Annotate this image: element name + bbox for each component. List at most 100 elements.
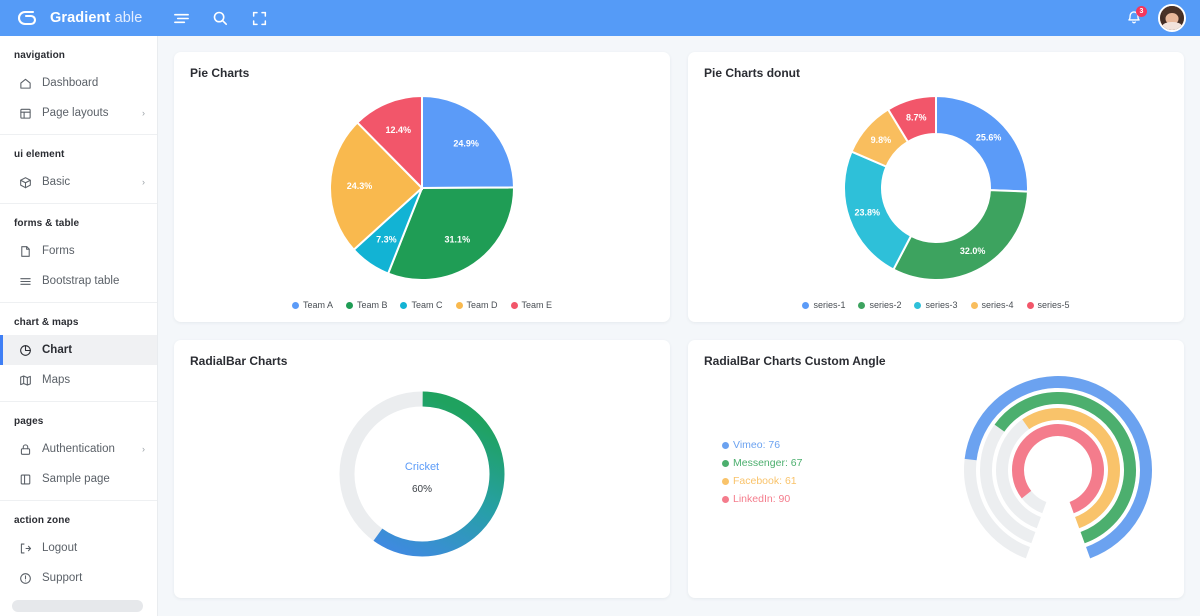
help-circle-icon: [18, 571, 32, 585]
sidebar-footer-card[interactable]: [12, 600, 143, 612]
legend-item[interactable]: Team A: [291, 300, 333, 310]
sidebar-section-chart-maps: chart & maps Chart Maps: [0, 303, 157, 402]
hamburger-menu-icon[interactable]: [172, 9, 190, 27]
legend-item[interactable]: Vimeo: 76: [722, 439, 802, 451]
radialbar-chart[interactable]: Cricket 60%: [302, 370, 542, 586]
legend-label: Team A: [302, 300, 333, 310]
brand-logo-area[interactable]: Gradient able: [0, 0, 158, 36]
search-icon[interactable]: [211, 9, 229, 27]
legend-item[interactable]: LinkedIn: 90: [722, 493, 802, 505]
legend-color-dot: [345, 301, 353, 309]
sidebar-section-action-zone: action zone Logout Support: [0, 501, 157, 599]
sidebar-item-label: Support: [42, 572, 83, 584]
legend-item[interactable]: series-3: [914, 300, 958, 310]
sidebar-item-sample-page[interactable]: Sample page: [0, 464, 157, 494]
sidebar-item-maps[interactable]: Maps: [0, 365, 157, 395]
pie-slice-label: 25.6%: [976, 132, 1002, 142]
table-icon: [18, 274, 32, 288]
avatar-body: [1162, 22, 1182, 30]
legend-color-dot: [722, 459, 729, 467]
sidebar-item-page-layouts[interactable]: Page layouts ›: [0, 98, 157, 128]
legend-item[interactable]: Facebook: 61: [722, 475, 802, 487]
radialbar-custom-chart[interactable]: [958, 370, 1158, 570]
legend-label: Team D: [466, 300, 498, 310]
legend-item[interactable]: series-2: [858, 300, 901, 310]
legend-item[interactable]: series-5: [1026, 300, 1070, 310]
sidebar-item-label: Dashboard: [42, 77, 99, 89]
legend-color-dot: [914, 301, 922, 309]
legend-color-dot: [722, 495, 729, 503]
pie-slice-label: 23.8%: [854, 207, 880, 217]
pie-slice[interactable]: [892, 189, 1029, 281]
sidebar-sections: navigation Dashboard Page layouts › ui eleme…: [0, 36, 157, 599]
header-right-group: 3: [1124, 4, 1200, 32]
legend-item[interactable]: Team D: [455, 300, 498, 310]
legend-color-dot: [858, 301, 866, 309]
legend-color-dot: [1026, 301, 1034, 309]
radialbar-custom-legend: Vimeo: 76 Messenger: 67 Facebook: 61 Linked…: [704, 435, 802, 505]
legend-item[interactable]: Team B: [345, 300, 388, 310]
legend-label: Team E: [521, 300, 553, 310]
sidebar-item-authentication[interactable]: Authentication ›: [0, 434, 157, 464]
legend-label: series-2: [869, 300, 902, 310]
sidebar-item-bootstrap-table[interactable]: Bootstrap table: [0, 266, 157, 296]
sidebar-item-label: Chart: [42, 344, 73, 356]
sidebar-section-caption: ui element: [14, 149, 65, 160]
legend-item[interactable]: Messenger: 67: [722, 457, 802, 469]
pie-chart-icon: [18, 343, 32, 357]
card-title-donut: Pie Charts donut: [704, 66, 801, 80]
fullscreen-icon[interactable]: [250, 9, 268, 27]
page-icon: [18, 472, 32, 486]
sidebar-item-forms[interactable]: Forms: [0, 236, 157, 266]
chevron-right-icon: ›: [142, 444, 145, 454]
legend-item[interactable]: Team C: [400, 300, 443, 310]
brand-secondary: able: [114, 10, 143, 26]
legend-label: series-1: [813, 300, 846, 310]
legend-color-dot: [970, 301, 978, 309]
sidebar-item-label: Bootstrap table: [42, 275, 120, 287]
notification-bell-icon[interactable]: 3: [1124, 6, 1147, 28]
charts-grid: Pie Charts 24.9% 31.1% 7.3% 24.3% 12.4% Team…: [174, 52, 1184, 598]
pie-slice-label: 12.4%: [385, 125, 411, 135]
card-radialbar-charts: RadialBar Charts Cricket 60%: [174, 340, 670, 598]
sidebar-item-label: Maps: [42, 374, 71, 386]
legend-item[interactable]: series-1: [802, 300, 845, 310]
pie-slice-label: 8.7%: [906, 113, 927, 123]
sidebar-section-caption: chart & maps: [14, 317, 79, 328]
donut-chart[interactable]: 25.6% 32.0% 23.8% 9.8% 8.7%: [806, 82, 1066, 294]
sidebar-item-logout[interactable]: Logout: [0, 533, 157, 563]
app-header: Gradient able 3: [0, 0, 1200, 36]
legend-color-dot: [400, 301, 408, 309]
card-title-radialbar: RadialBar Charts: [190, 354, 288, 368]
sidebar-section-caption: forms & table: [14, 218, 80, 229]
notification-count-badge: 3: [1136, 6, 1147, 17]
sidebar-section-navigation: navigation Dashboard Page layouts ›: [0, 36, 157, 135]
logout-icon: [18, 541, 32, 555]
gradient-logo-icon: [17, 10, 43, 26]
sidebar-item-dashboard[interactable]: Dashboard: [0, 68, 157, 98]
card-pie-charts: Pie Charts 24.9% 31.1% 7.3% 24.3% 12.4% Team…: [174, 52, 670, 322]
layout-icon: [18, 106, 32, 120]
pie-chart[interactable]: 24.9% 31.1% 7.3% 24.3% 12.4%: [292, 82, 552, 294]
legend-color-dot: [722, 477, 729, 485]
sidebar-navigation: navigation Dashboard Page layouts › ui eleme…: [0, 36, 158, 616]
header-icon-group: [158, 9, 268, 27]
legend-color-dot: [510, 301, 518, 309]
sidebar-section-forms-table: forms & table Forms Bootstrap table: [0, 204, 157, 303]
brand-primary: Gradient: [50, 10, 111, 26]
radialbar-center-value: 60%: [412, 484, 432, 495]
legend-item[interactable]: Team E: [510, 300, 553, 310]
legend-label: series-4: [981, 300, 1014, 310]
sidebar-item-chart[interactable]: Chart: [0, 335, 157, 365]
sidebar-item-support[interactable]: Support: [0, 563, 157, 593]
brand-name: Gradient able: [50, 10, 142, 26]
radialbar-value-arc: [373, 391, 505, 557]
legend-item[interactable]: series-4: [970, 300, 1014, 310]
sidebar-item-label: Sample page: [42, 473, 110, 485]
sidebar-item-basic[interactable]: Basic ›: [0, 167, 157, 197]
user-avatar[interactable]: [1158, 4, 1186, 32]
legend-label: Team B: [356, 300, 388, 310]
legend-color-dot: [455, 301, 463, 309]
pie-slice-label: 31.1%: [445, 235, 471, 245]
pie-slice[interactable]: [935, 94, 1029, 193]
